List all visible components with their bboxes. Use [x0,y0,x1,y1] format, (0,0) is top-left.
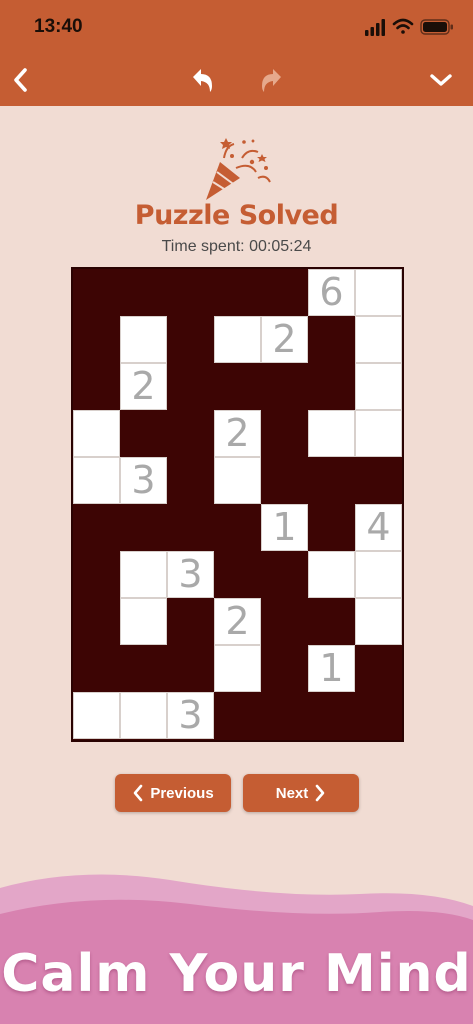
undo-icon [193,69,212,92]
previous-button-label: Previous [150,784,214,802]
white-cell[interactable] [214,645,261,692]
clue-cell[interactable]: 6 [308,269,355,316]
white-cell[interactable] [120,316,167,363]
chevron-left-icon [14,68,27,92]
redo-icon [262,69,281,92]
redo-button[interactable] [252,60,292,100]
white-cell[interactable] [214,316,261,363]
time-spent: Time spent: 00:05:24 [0,238,473,256]
clue-cell[interactable]: 4 [355,504,402,551]
clue-cell[interactable]: 3 [167,551,214,598]
white-cell[interactable] [355,410,402,457]
clue-cell[interactable]: 2 [214,598,261,645]
undo-button[interactable] [182,60,222,100]
white-cell[interactable] [355,316,402,363]
time-spent-label: Time spent: [161,238,245,255]
white-cell[interactable] [355,598,402,645]
tagline: Calm Your Mind [1,944,472,1004]
white-cell[interactable] [120,692,167,739]
clue-cell[interactable]: 3 [120,457,167,504]
puzzle-solved-title: Puzzle Solved [134,200,339,231]
clue-cell[interactable]: 2 [120,363,167,410]
chevron-down-icon [430,74,452,86]
next-button[interactable]: Next [243,774,359,812]
back-button[interactable] [2,60,42,100]
previous-button[interactable]: Previous [115,774,231,812]
status-icons [365,18,453,36]
clue-cell[interactable]: 1 [261,504,308,551]
white-cell[interactable] [73,692,120,739]
white-cell[interactable] [355,269,402,316]
clue-cell[interactable]: 1 [308,645,355,692]
status-time: 13:40 [34,16,83,37]
puzzle-grid[interactable]: 62223143213 [71,267,404,742]
white-cell[interactable] [308,410,355,457]
party-popper-icon [206,138,271,200]
white-cell[interactable] [120,598,167,645]
chevron-left-icon [134,784,143,802]
next-button-label: Next [275,784,309,802]
wifi-icon [392,18,414,34]
white-cell[interactable] [73,457,120,504]
white-cell[interactable] [214,457,261,504]
signal-icon [365,19,385,36]
top-bar: 13:40 [0,0,473,106]
white-cell[interactable] [308,551,355,598]
white-cell[interactable] [73,410,120,457]
white-cell[interactable] [355,363,402,410]
chevron-right-icon [315,784,325,802]
white-cell[interactable] [355,551,402,598]
white-cell[interactable] [120,551,167,598]
clue-cell[interactable]: 2 [261,316,308,363]
collapse-button[interactable] [421,60,461,100]
clue-cell[interactable]: 2 [214,410,261,457]
clue-cell[interactable]: 3 [167,692,214,739]
time-spent-value: 00:05:24 [249,238,312,255]
battery-icon [420,19,453,35]
